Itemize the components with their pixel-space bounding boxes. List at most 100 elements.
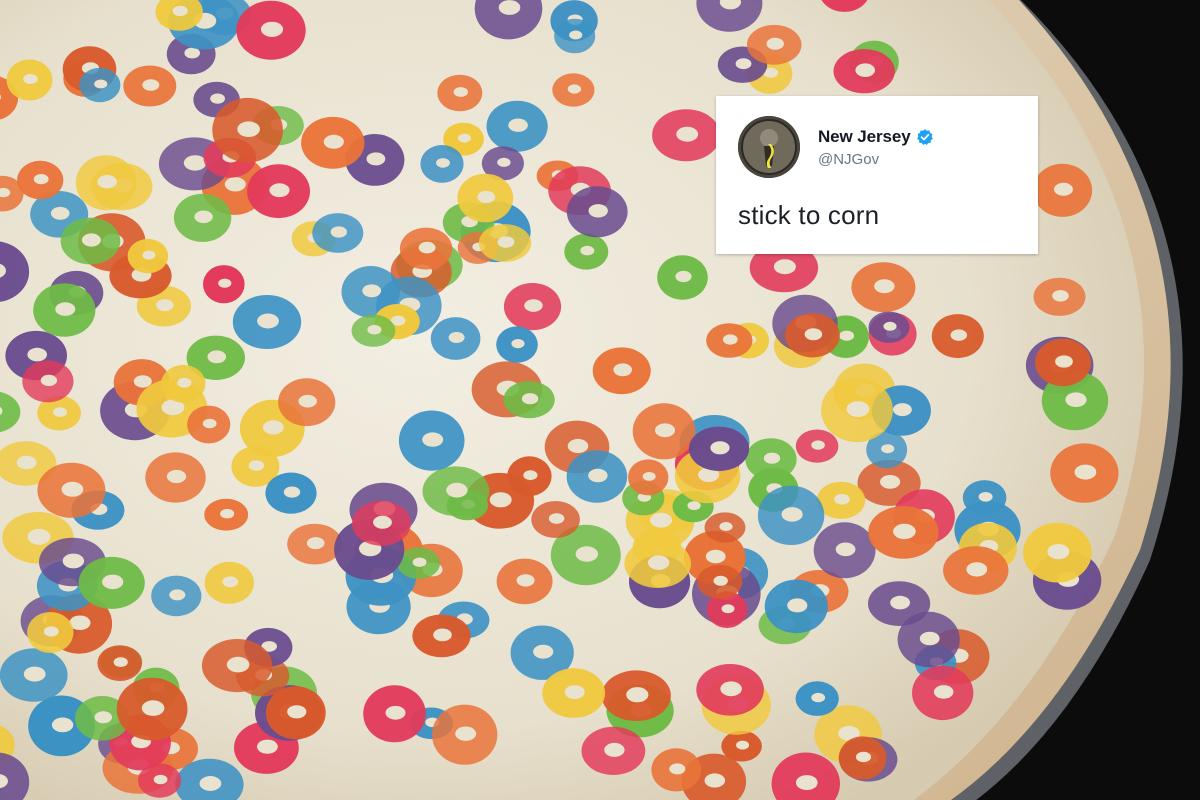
- cereal-hole: [218, 278, 232, 288]
- cereal-hole: [524, 299, 543, 312]
- cereal-hole: [567, 84, 582, 94]
- cereal-hole: [855, 63, 875, 77]
- cereal-hole: [453, 87, 468, 97]
- cereal-hole: [373, 515, 392, 529]
- cereal-hole: [497, 236, 515, 248]
- cereal-hole: [721, 604, 735, 614]
- cereal-hole: [102, 574, 124, 590]
- cereal-hole: [650, 512, 672, 528]
- cereal-hole: [713, 575, 728, 586]
- cereal-hole: [648, 555, 670, 570]
- cereal-hole: [224, 177, 246, 192]
- cereal-hole: [613, 363, 632, 377]
- cereal-hole: [710, 441, 730, 455]
- cereal-hole: [687, 501, 701, 511]
- verified-badge-icon: [916, 128, 934, 146]
- cereal-hole: [564, 685, 585, 699]
- cereal-hole: [1055, 355, 1073, 368]
- cereal-hole: [81, 233, 101, 247]
- cereal-hole: [33, 174, 49, 185]
- cereal-hole: [720, 681, 742, 697]
- cereal-hole: [1047, 544, 1070, 560]
- cereal-hole: [874, 279, 895, 294]
- cereal-hole: [890, 595, 910, 610]
- cereal-hole: [248, 460, 265, 471]
- cereal-hole: [23, 74, 38, 84]
- cereal-hole: [511, 339, 525, 349]
- cereal-hole: [199, 776, 222, 791]
- cereal-hole: [51, 717, 74, 733]
- cereal-hole: [287, 705, 307, 719]
- cereal-hole: [676, 126, 699, 142]
- cereal-hole: [298, 394, 317, 408]
- cereal-hole: [834, 494, 850, 505]
- cereal-hole: [811, 692, 826, 703]
- cereal-hole: [220, 508, 235, 519]
- cereal-hole: [210, 93, 226, 104]
- cereal-hole: [567, 438, 589, 454]
- display-name[interactable]: New Jersey: [818, 127, 911, 147]
- cereal-hole: [516, 574, 535, 587]
- cereal-hole: [978, 492, 993, 502]
- cereal-hole: [169, 589, 186, 601]
- cereal-hole: [55, 302, 76, 316]
- meme-image: New Jersey @NJGov stick to corn: [0, 0, 1200, 800]
- cereal-hole: [458, 133, 471, 143]
- cereal-hole: [97, 175, 117, 189]
- cereal-hole: [626, 687, 649, 703]
- nj-seal-avatar[interactable]: [738, 116, 800, 178]
- cereal-hole: [766, 37, 784, 50]
- cereal-hole: [257, 313, 279, 329]
- cereal-hole: [835, 542, 856, 557]
- tweet-author: New Jersey @NJGov: [818, 127, 934, 168]
- cereal-hole: [722, 334, 738, 345]
- cereal-hole: [448, 332, 465, 343]
- cereal-hole: [142, 250, 156, 260]
- cereal-hole: [604, 742, 625, 757]
- handle[interactable]: @NJGov: [818, 151, 934, 168]
- cereal-hole: [642, 472, 656, 481]
- cereal-hole: [763, 452, 781, 464]
- cereal-hole: [795, 775, 818, 791]
- cereal-hole: [881, 444, 895, 454]
- cereal-hole: [226, 656, 250, 673]
- cereal-hole: [855, 751, 872, 763]
- cereal-hole: [433, 628, 452, 642]
- cereal-hole: [880, 475, 901, 489]
- cereal-hole: [40, 374, 58, 386]
- tweet-text: stick to corn: [738, 200, 880, 230]
- cereal-hole: [27, 347, 47, 362]
- cereal-hole: [61, 481, 84, 497]
- cereal-hole: [222, 576, 239, 588]
- cereal-hole: [523, 470, 538, 481]
- cereal-hole: [580, 245, 595, 256]
- cereal-hole: [194, 210, 213, 224]
- cereal-hole: [1054, 182, 1073, 196]
- cereal-hole: [43, 626, 59, 637]
- cereal-hole: [705, 549, 726, 564]
- cereal-hole: [675, 270, 692, 283]
- cereal-hole: [846, 401, 870, 417]
- cereal-hole: [773, 259, 796, 275]
- cereal-hole: [489, 492, 512, 508]
- cereal-hole: [804, 328, 823, 341]
- cereal-hole: [588, 204, 608, 218]
- cereal-hole: [422, 432, 444, 447]
- cereal-hole: [893, 403, 912, 417]
- cereal-hole: [202, 418, 217, 429]
- cereal-hole: [177, 377, 192, 388]
- cereal-hole: [735, 58, 752, 70]
- cereal-hole: [477, 190, 496, 204]
- cereal-hole: [153, 774, 168, 785]
- cereal-hole: [575, 546, 598, 562]
- cereal-hole: [262, 420, 284, 435]
- cereal-hole: [362, 284, 382, 298]
- cereal-hole: [260, 21, 284, 37]
- cereal-hole: [172, 5, 188, 17]
- cereal-hole: [588, 468, 608, 483]
- cereal-hole: [237, 121, 260, 137]
- cereal-hole: [736, 740, 750, 750]
- cereal-hole: [141, 700, 165, 716]
- cereal-hole: [367, 324, 382, 335]
- cereal-hole: [919, 631, 940, 646]
